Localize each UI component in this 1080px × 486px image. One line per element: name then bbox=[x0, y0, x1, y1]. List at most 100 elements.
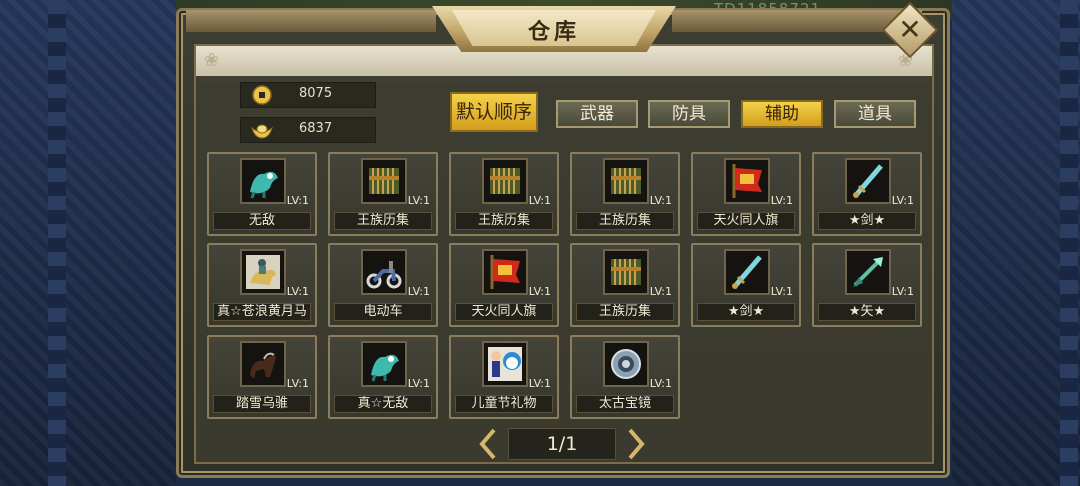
window-title: 仓库 bbox=[527, 20, 580, 45]
item-slot[interactable]: LV:1 ★剑★ bbox=[812, 152, 922, 236]
ingot-value: 6837 bbox=[299, 121, 333, 136]
title-wing-left bbox=[186, 10, 436, 32]
item-slot[interactable]: LV:1 王族历集 bbox=[570, 243, 680, 327]
background-strip bbox=[48, 0, 66, 486]
item-level: LV:1 bbox=[286, 285, 309, 298]
horse-rider-icon bbox=[246, 255, 280, 289]
next-page-arrow-icon[interactable] bbox=[624, 428, 646, 460]
scroll-book-icon bbox=[611, 168, 641, 194]
page-indicator: 1/1 bbox=[508, 428, 616, 460]
item-level: LV:1 bbox=[407, 377, 430, 390]
item-icon-frame[interactable] bbox=[603, 158, 649, 204]
item-level: LV:1 bbox=[286, 377, 309, 390]
tab-auxiliary[interactable]: 辅助 bbox=[741, 100, 823, 128]
sword-icon bbox=[853, 164, 883, 198]
item-slot[interactable]: LV:1 太古宝镜 bbox=[570, 335, 680, 419]
close-icon[interactable]: ✕ bbox=[890, 10, 930, 50]
item-icon-frame[interactable] bbox=[482, 158, 528, 204]
item-name: ★剑★ bbox=[697, 303, 795, 321]
item-slot[interactable]: LV:1 真☆无敌 bbox=[328, 335, 438, 419]
item-name: 王族历集 bbox=[576, 303, 674, 321]
item-slot[interactable]: LV:1 天火同人旗 bbox=[449, 243, 559, 327]
item-name: 无敌 bbox=[213, 212, 311, 230]
item-level: LV:1 bbox=[286, 194, 309, 207]
item-icon-frame[interactable] bbox=[361, 341, 407, 387]
item-slot[interactable]: LV:1 王族历集 bbox=[328, 152, 438, 236]
item-level: LV:1 bbox=[649, 377, 672, 390]
scroll-book-icon bbox=[369, 168, 399, 194]
corner-ornament-icon: ❀ bbox=[204, 50, 220, 71]
war-banner-icon bbox=[490, 255, 520, 289]
item-icon-frame[interactable] bbox=[240, 249, 286, 295]
item-icon-frame[interactable] bbox=[603, 249, 649, 295]
item-icon-frame[interactable] bbox=[361, 158, 407, 204]
dragon-mount-icon bbox=[250, 171, 278, 199]
arrow-icon bbox=[853, 257, 883, 287]
item-level: LV:1 bbox=[407, 285, 430, 298]
item-name: 王族历集 bbox=[576, 212, 674, 230]
tab-armor[interactable]: 防具 bbox=[648, 100, 730, 128]
item-slot[interactable]: LV:1 儿童节礼物 bbox=[449, 335, 559, 419]
gold-currency-row: 8075 bbox=[240, 82, 376, 108]
item-name: 儿童节礼物 bbox=[455, 395, 553, 413]
tab-default-order[interactable]: 默认顺序 bbox=[450, 92, 538, 132]
item-icon-frame[interactable] bbox=[724, 158, 770, 204]
scooter-icon bbox=[366, 261, 402, 289]
item-level: LV:1 bbox=[528, 377, 551, 390]
item-slot[interactable]: LV:1 天火同人旗 bbox=[691, 152, 801, 236]
scroll-book-icon bbox=[490, 168, 520, 194]
sword-icon bbox=[732, 255, 762, 289]
item-name: 电动车 bbox=[334, 303, 432, 321]
war-banner-icon bbox=[732, 164, 762, 198]
item-level: LV:1 bbox=[770, 194, 793, 207]
gold-value: 8075 bbox=[299, 86, 333, 101]
item-level: LV:1 bbox=[649, 285, 672, 298]
item-level: LV:1 bbox=[649, 194, 672, 207]
item-name: 天火同人旗 bbox=[697, 212, 795, 230]
item-name: 太古宝镜 bbox=[576, 395, 674, 413]
item-icon-frame[interactable] bbox=[482, 341, 528, 387]
dragon-mount-icon bbox=[371, 354, 399, 382]
prev-page-arrow-icon[interactable] bbox=[478, 428, 500, 460]
item-name: 真☆无敌 bbox=[334, 395, 432, 413]
tab-props[interactable]: 道具 bbox=[834, 100, 916, 128]
gold-coin-icon bbox=[252, 85, 272, 105]
item-icon-frame[interactable] bbox=[240, 341, 286, 387]
item-level: LV:1 bbox=[528, 194, 551, 207]
item-name: 王族历集 bbox=[455, 212, 553, 230]
background-strip bbox=[1060, 0, 1078, 486]
item-slot[interactable]: LV:1 电动车 bbox=[328, 243, 438, 327]
item-icon-frame[interactable] bbox=[482, 249, 528, 295]
black-horse-icon bbox=[250, 352, 276, 379]
item-level: LV:1 bbox=[528, 285, 551, 298]
ancient-mirror-icon bbox=[611, 349, 641, 379]
item-level: LV:1 bbox=[891, 285, 914, 298]
item-slot[interactable]: LV:1 ★剑★ bbox=[691, 243, 801, 327]
item-slot[interactable]: LV:1 ★矢★ bbox=[812, 243, 922, 327]
item-slot[interactable]: LV:1 真☆苍浪黄月马 bbox=[207, 243, 317, 327]
scroll-book-icon bbox=[611, 259, 641, 285]
item-icon-frame[interactable] bbox=[724, 249, 770, 295]
item-slot[interactable]: LV:1 王族历集 bbox=[449, 152, 559, 236]
item-icon-frame[interactable] bbox=[603, 341, 649, 387]
item-icon-frame[interactable] bbox=[361, 249, 407, 295]
background-left bbox=[0, 0, 176, 486]
item-name: ★矢★ bbox=[818, 303, 916, 321]
item-slot[interactable]: LV:1 无敌 bbox=[207, 152, 317, 236]
item-name: 王族历集 bbox=[334, 212, 432, 230]
item-name: 天火同人旗 bbox=[455, 303, 553, 321]
doraemon-gift-icon bbox=[488, 347, 522, 381]
item-name: 真☆苍浪黄月马 bbox=[213, 303, 311, 321]
item-icon-frame[interactable] bbox=[845, 249, 891, 295]
item-level: LV:1 bbox=[891, 194, 914, 207]
item-slot[interactable]: LV:1 踏雪乌骓 bbox=[207, 335, 317, 419]
item-level: LV:1 bbox=[770, 285, 793, 298]
item-icon-frame[interactable] bbox=[240, 158, 286, 204]
ingot-currency-row: 6837 bbox=[240, 117, 376, 143]
item-slot[interactable]: LV:1 王族历集 bbox=[570, 152, 680, 236]
item-icon-frame[interactable] bbox=[845, 158, 891, 204]
item-name: ★剑★ bbox=[818, 212, 916, 230]
item-level: LV:1 bbox=[407, 194, 430, 207]
tab-weapons[interactable]: 武器 bbox=[556, 100, 638, 128]
item-name: 踏雪乌骓 bbox=[213, 395, 311, 413]
